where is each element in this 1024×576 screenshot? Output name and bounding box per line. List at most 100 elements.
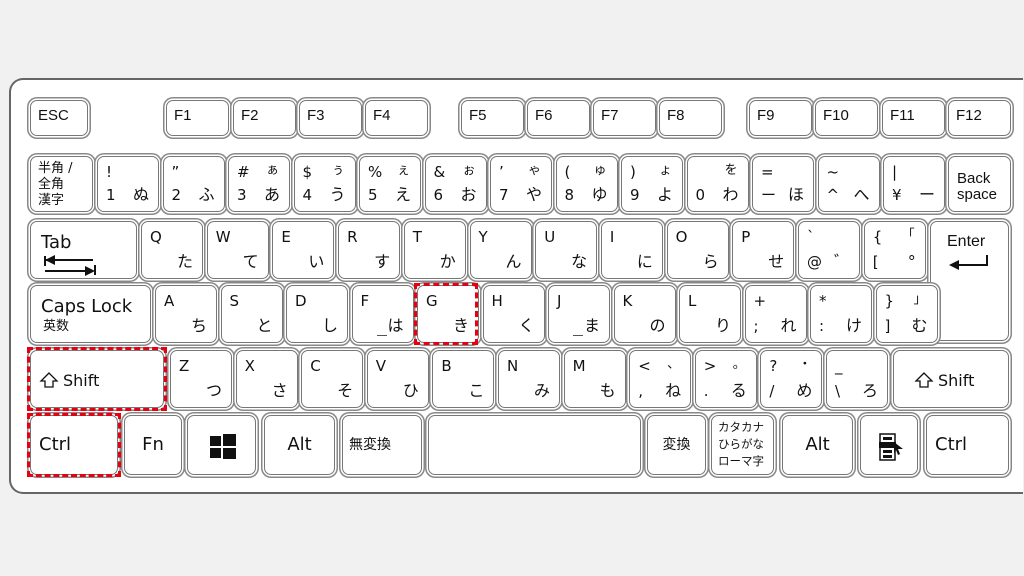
- key-9[interactable]: ) 9 ょよ: [621, 156, 683, 212]
- key-5[interactable]: % 5 ぇえ: [359, 156, 421, 212]
- key-l[interactable]: Lり: [679, 285, 741, 343]
- key-ralt[interactable]: Alt: [782, 415, 853, 475]
- key-r[interactable]: Rす: [338, 221, 401, 279]
- kana-legend: せ: [768, 252, 785, 271]
- kana-legend: あ: [263, 185, 280, 204]
- main-legend: 1: [106, 186, 116, 204]
- key-7[interactable]: ’ 7 ゃや: [490, 156, 552, 212]
- key-y[interactable]: Yん: [469, 221, 532, 279]
- key-yen[interactable]: | ¥ ー: [883, 156, 945, 212]
- key-comma[interactable]: <, 、ね: [629, 350, 692, 408]
- kana-legend: は: [387, 316, 404, 335]
- key-label-line: Back: [957, 170, 991, 187]
- key-lctrl[interactable]: Ctrl: [30, 415, 118, 475]
- main-legend: 7: [499, 186, 509, 204]
- key-j[interactable]: Jま: [548, 285, 610, 343]
- key-x[interactable]: Xさ: [235, 350, 298, 408]
- key-caps-lock[interactable]: Caps Lock 英数: [30, 285, 151, 343]
- key-rctrl[interactable]: Ctrl: [926, 415, 1009, 475]
- shift-arrow-icon: [39, 371, 59, 392]
- key-bracket-open[interactable]: {[「 °: [863, 221, 926, 279]
- key-label-line: 漢字: [38, 193, 65, 208]
- kana-shift-legend: ぉ: [462, 163, 476, 178]
- key-muhenkan[interactable]: 無変換: [342, 415, 422, 475]
- key-s[interactable]: Sと: [220, 285, 283, 343]
- key-period[interactable]: >. 。る: [694, 350, 757, 408]
- key-e[interactable]: Eい: [272, 221, 335, 279]
- key-label: Caps Lock: [41, 296, 133, 317]
- key-a[interactable]: Aち: [155, 285, 217, 343]
- windows-logo-icon: [210, 434, 236, 462]
- key-d[interactable]: Dし: [286, 285, 348, 343]
- key-2[interactable]: ” 2 ふ: [162, 156, 225, 212]
- key-f4[interactable]: F4: [365, 100, 428, 136]
- key-z[interactable]: Zつ: [170, 350, 232, 408]
- key-0[interactable]: 0 をわ: [686, 156, 749, 212]
- key-o[interactable]: Oら: [666, 221, 729, 279]
- key-win[interactable]: [187, 415, 256, 475]
- key-w[interactable]: Wて: [206, 221, 269, 279]
- key-label: Alt: [805, 434, 830, 455]
- kana-legend: ゆ: [591, 185, 608, 204]
- key-f3[interactable]: F3: [299, 100, 362, 136]
- key-k[interactable]: Kの: [613, 285, 676, 343]
- key-t[interactable]: Tか: [403, 221, 466, 279]
- key-lalt[interactable]: Alt: [264, 415, 335, 475]
- key-bracket-close[interactable]: }] 」む: [875, 285, 938, 343]
- key-m[interactable]: Mも: [563, 350, 626, 408]
- key-c[interactable]: Cそ: [301, 350, 364, 408]
- key-at[interactable]: ` @ ゛: [798, 221, 860, 279]
- key-f[interactable]: Fは: [351, 285, 414, 343]
- key-4[interactable]: $4 ぅう: [293, 156, 356, 212]
- key-n[interactable]: Nみ: [498, 350, 560, 408]
- key-backspace[interactable]: Back space: [948, 156, 1011, 212]
- key-8[interactable]: (8 ゅゆ: [555, 156, 618, 212]
- key-f5[interactable]: F5: [461, 100, 524, 136]
- key-app[interactable]: [860, 415, 918, 475]
- key-f2[interactable]: F2: [233, 100, 296, 136]
- shift-legend: ’: [499, 163, 504, 181]
- key-6[interactable]: & 6 ぉお: [424, 156, 487, 212]
- key-backslash[interactable]: _ \ ろ: [826, 350, 888, 408]
- key-f9[interactable]: F9: [749, 100, 812, 136]
- key-tab[interactable]: Tab: [30, 221, 137, 279]
- key-1[interactable]: ! 1 ぬ: [97, 156, 159, 212]
- key-fn[interactable]: Fn: [124, 415, 182, 475]
- key-kana[interactable]: カタカナ ひらがな ローマ字: [711, 415, 774, 475]
- key-i[interactable]: Iに: [600, 221, 663, 279]
- key-esc[interactable]: ESC: [30, 100, 88, 136]
- key-f7[interactable]: F7: [593, 100, 656, 136]
- key-q[interactable]: Qた: [141, 221, 203, 279]
- key-b[interactable]: Bこ: [432, 350, 495, 408]
- key-caret[interactable]: ~ ^ へ: [817, 156, 880, 212]
- key-slash[interactable]: ? / ・め: [760, 350, 823, 408]
- key-v[interactable]: Vひ: [366, 350, 429, 408]
- key-colon[interactable]: *: け: [810, 285, 872, 343]
- key-f6[interactable]: F6: [527, 100, 590, 136]
- main-legend: 6: [433, 186, 444, 204]
- key-minus[interactable]: = ーほ: [752, 156, 814, 212]
- key-left-shift[interactable]: Shift: [30, 350, 164, 408]
- key-f8[interactable]: F8: [659, 100, 722, 136]
- key-space[interactable]: [428, 415, 641, 475]
- key-f10[interactable]: F10: [815, 100, 878, 136]
- key-henkan[interactable]: 変換: [647, 415, 706, 475]
- kana-legend: °: [907, 252, 916, 271]
- shift-legend: |: [892, 163, 898, 181]
- key-3[interactable]: #3 ぁあ: [228, 156, 290, 212]
- key-label: 変換: [662, 437, 691, 453]
- key-hankaku-zenkaku[interactable]: 半角 / 全角 漢字: [30, 156, 93, 212]
- key-enter[interactable]: Enter: [930, 221, 1009, 341]
- main-legend: P: [741, 228, 751, 246]
- key-h[interactable]: Hく: [482, 285, 545, 343]
- key-u[interactable]: Uな: [535, 221, 598, 279]
- key-semicolon[interactable]: +; れ: [744, 285, 807, 343]
- key-f1[interactable]: F1: [166, 100, 229, 136]
- key-right-shift[interactable]: Shift: [893, 350, 1009, 408]
- shift-legend: }: [884, 292, 895, 310]
- key-f11[interactable]: F11: [882, 100, 945, 136]
- key-f12[interactable]: F12: [948, 100, 1011, 136]
- shift-legend: ”: [171, 163, 180, 181]
- key-g[interactable]: Gき: [417, 285, 479, 343]
- key-p[interactable]: Pせ: [732, 221, 795, 279]
